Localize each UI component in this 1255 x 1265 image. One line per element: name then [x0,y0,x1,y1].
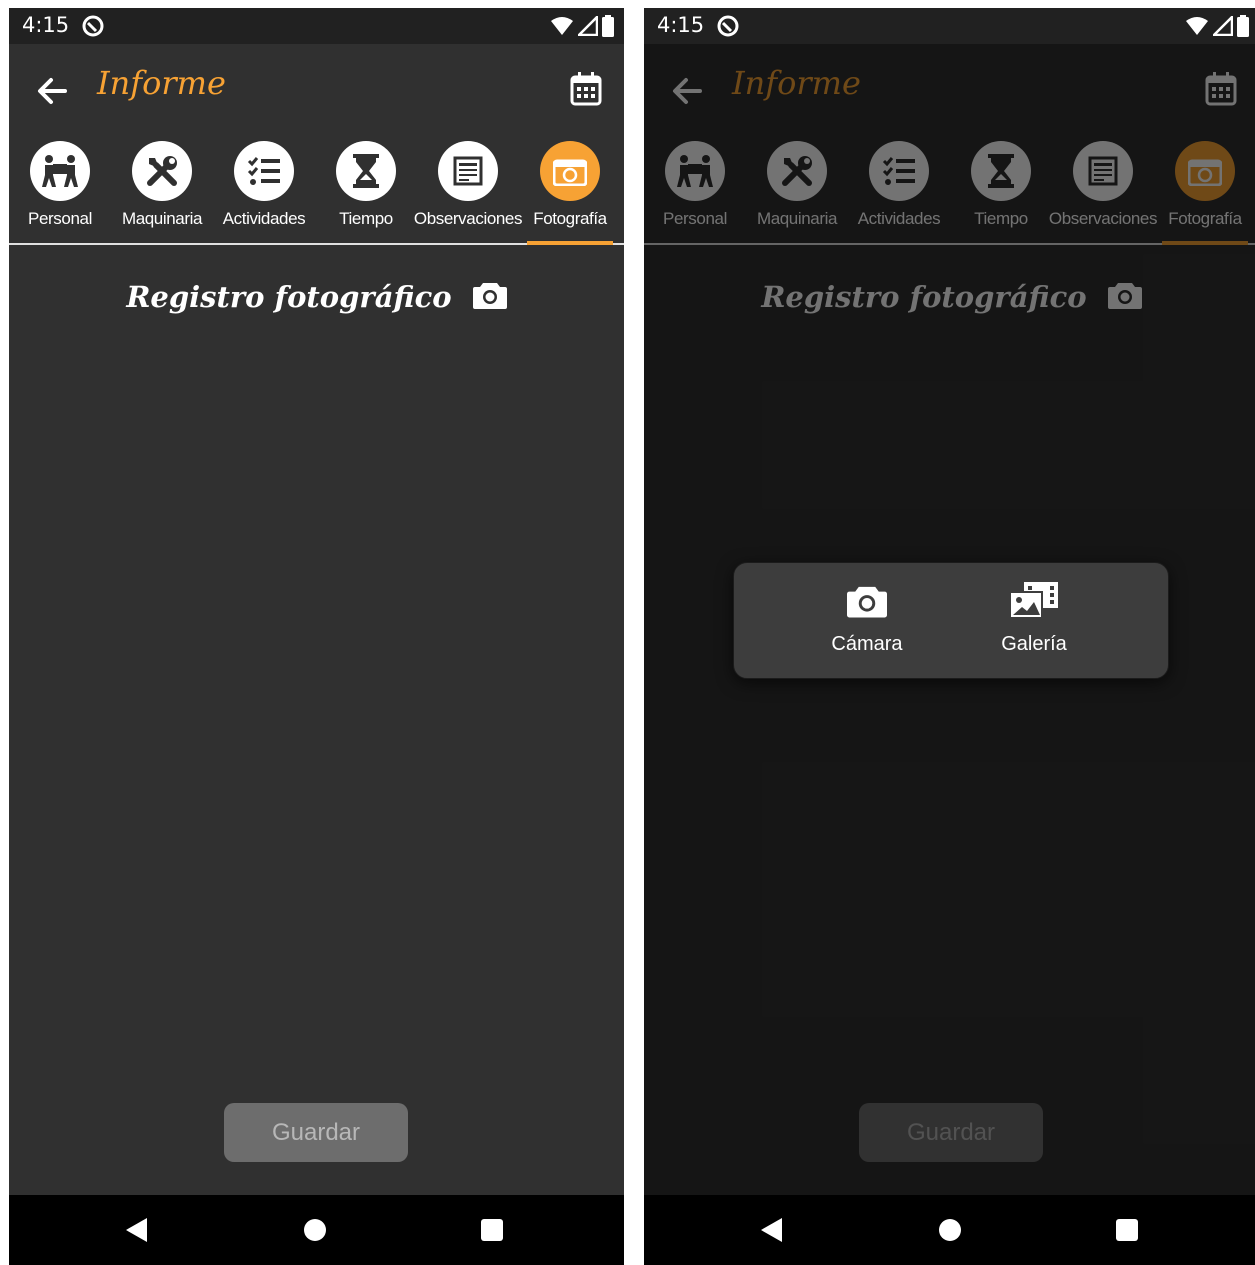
app-notification-icon [716,14,740,42]
status-time: 4:15 [657,13,705,37]
status-bar: 4:15 [644,8,1255,44]
tab-label: Personal [28,209,92,228]
battery-icon [1237,15,1249,41]
tab-maquinaria[interactable]: Maquinaria [111,135,213,243]
section-header: Registro fotográfico [9,280,624,314]
app-bar: Informe [9,44,624,135]
page-title: Informe [97,64,226,102]
nav-back-icon[interactable] [125,1217,149,1247]
tab-fotografia[interactable]: Fotografía [519,135,621,245]
nav-home-icon[interactable] [939,1219,961,1241]
camera-option-button[interactable]: Cámara [807,581,927,671]
tab-personal[interactable]: Personal [9,135,111,243]
nav-recents-icon[interactable] [481,1219,503,1241]
gallery-icon [974,581,1094,621]
nav-home-icon[interactable] [304,1219,326,1241]
nav-back-icon[interactable] [760,1217,784,1247]
camera-icon[interactable] [472,281,507,313]
save-button[interactable]: Guardar [224,1103,408,1162]
section-tabs: Personal Maquinaria Actividades Tiempo O… [9,135,624,245]
tab-observaciones[interactable]: Observaciones [414,135,522,243]
signal-icon [575,13,599,40]
tab-label: Tiempo [339,209,393,228]
photo-source-dialog: Cámara Galería [733,562,1169,679]
tab-active-indicator [527,241,613,245]
camera-option-label: Cámara [831,633,903,655]
signal-icon [1210,13,1234,40]
app-notification-icon [81,14,105,42]
system-nav-bar [9,1195,624,1265]
gallery-option-button[interactable]: Galería [974,581,1094,671]
calendar-icon[interactable] [570,72,602,106]
people-carry-icon [30,141,90,201]
tab-label: Maquinaria [121,209,203,228]
nav-recents-icon[interactable] [1116,1219,1138,1241]
status-time: 4:15 [22,13,70,37]
status-bar: 4:15 [9,8,624,44]
notes-icon [438,141,498,201]
back-arrow-icon[interactable] [35,74,69,108]
tab-actividades[interactable]: Actividades [213,135,315,243]
tab-tiempo[interactable]: Tiempo [315,135,417,243]
gallery-option-label: Galería [1001,633,1067,655]
camera-icon [540,141,600,201]
tab-label: Actividades [222,209,306,228]
screen-photo-register: 4:15 Informe Personal Maquinaria Activid… [9,8,624,1265]
tab-label: Observaciones [413,209,523,228]
wifi-icon [550,16,574,40]
tab-label: Fotografía [533,209,607,228]
camera-icon [807,581,927,621]
screen-photo-source-dialog: 4:15 Informe Personal Maqui [644,8,1255,1265]
wifi-icon [1185,16,1209,40]
hourglass-icon [336,141,396,201]
battery-icon [602,15,614,41]
system-nav-bar [644,1195,1255,1265]
section-title: Registro fotográfico [126,280,452,314]
tasks-icon [234,141,294,201]
tools-icon [132,141,192,201]
